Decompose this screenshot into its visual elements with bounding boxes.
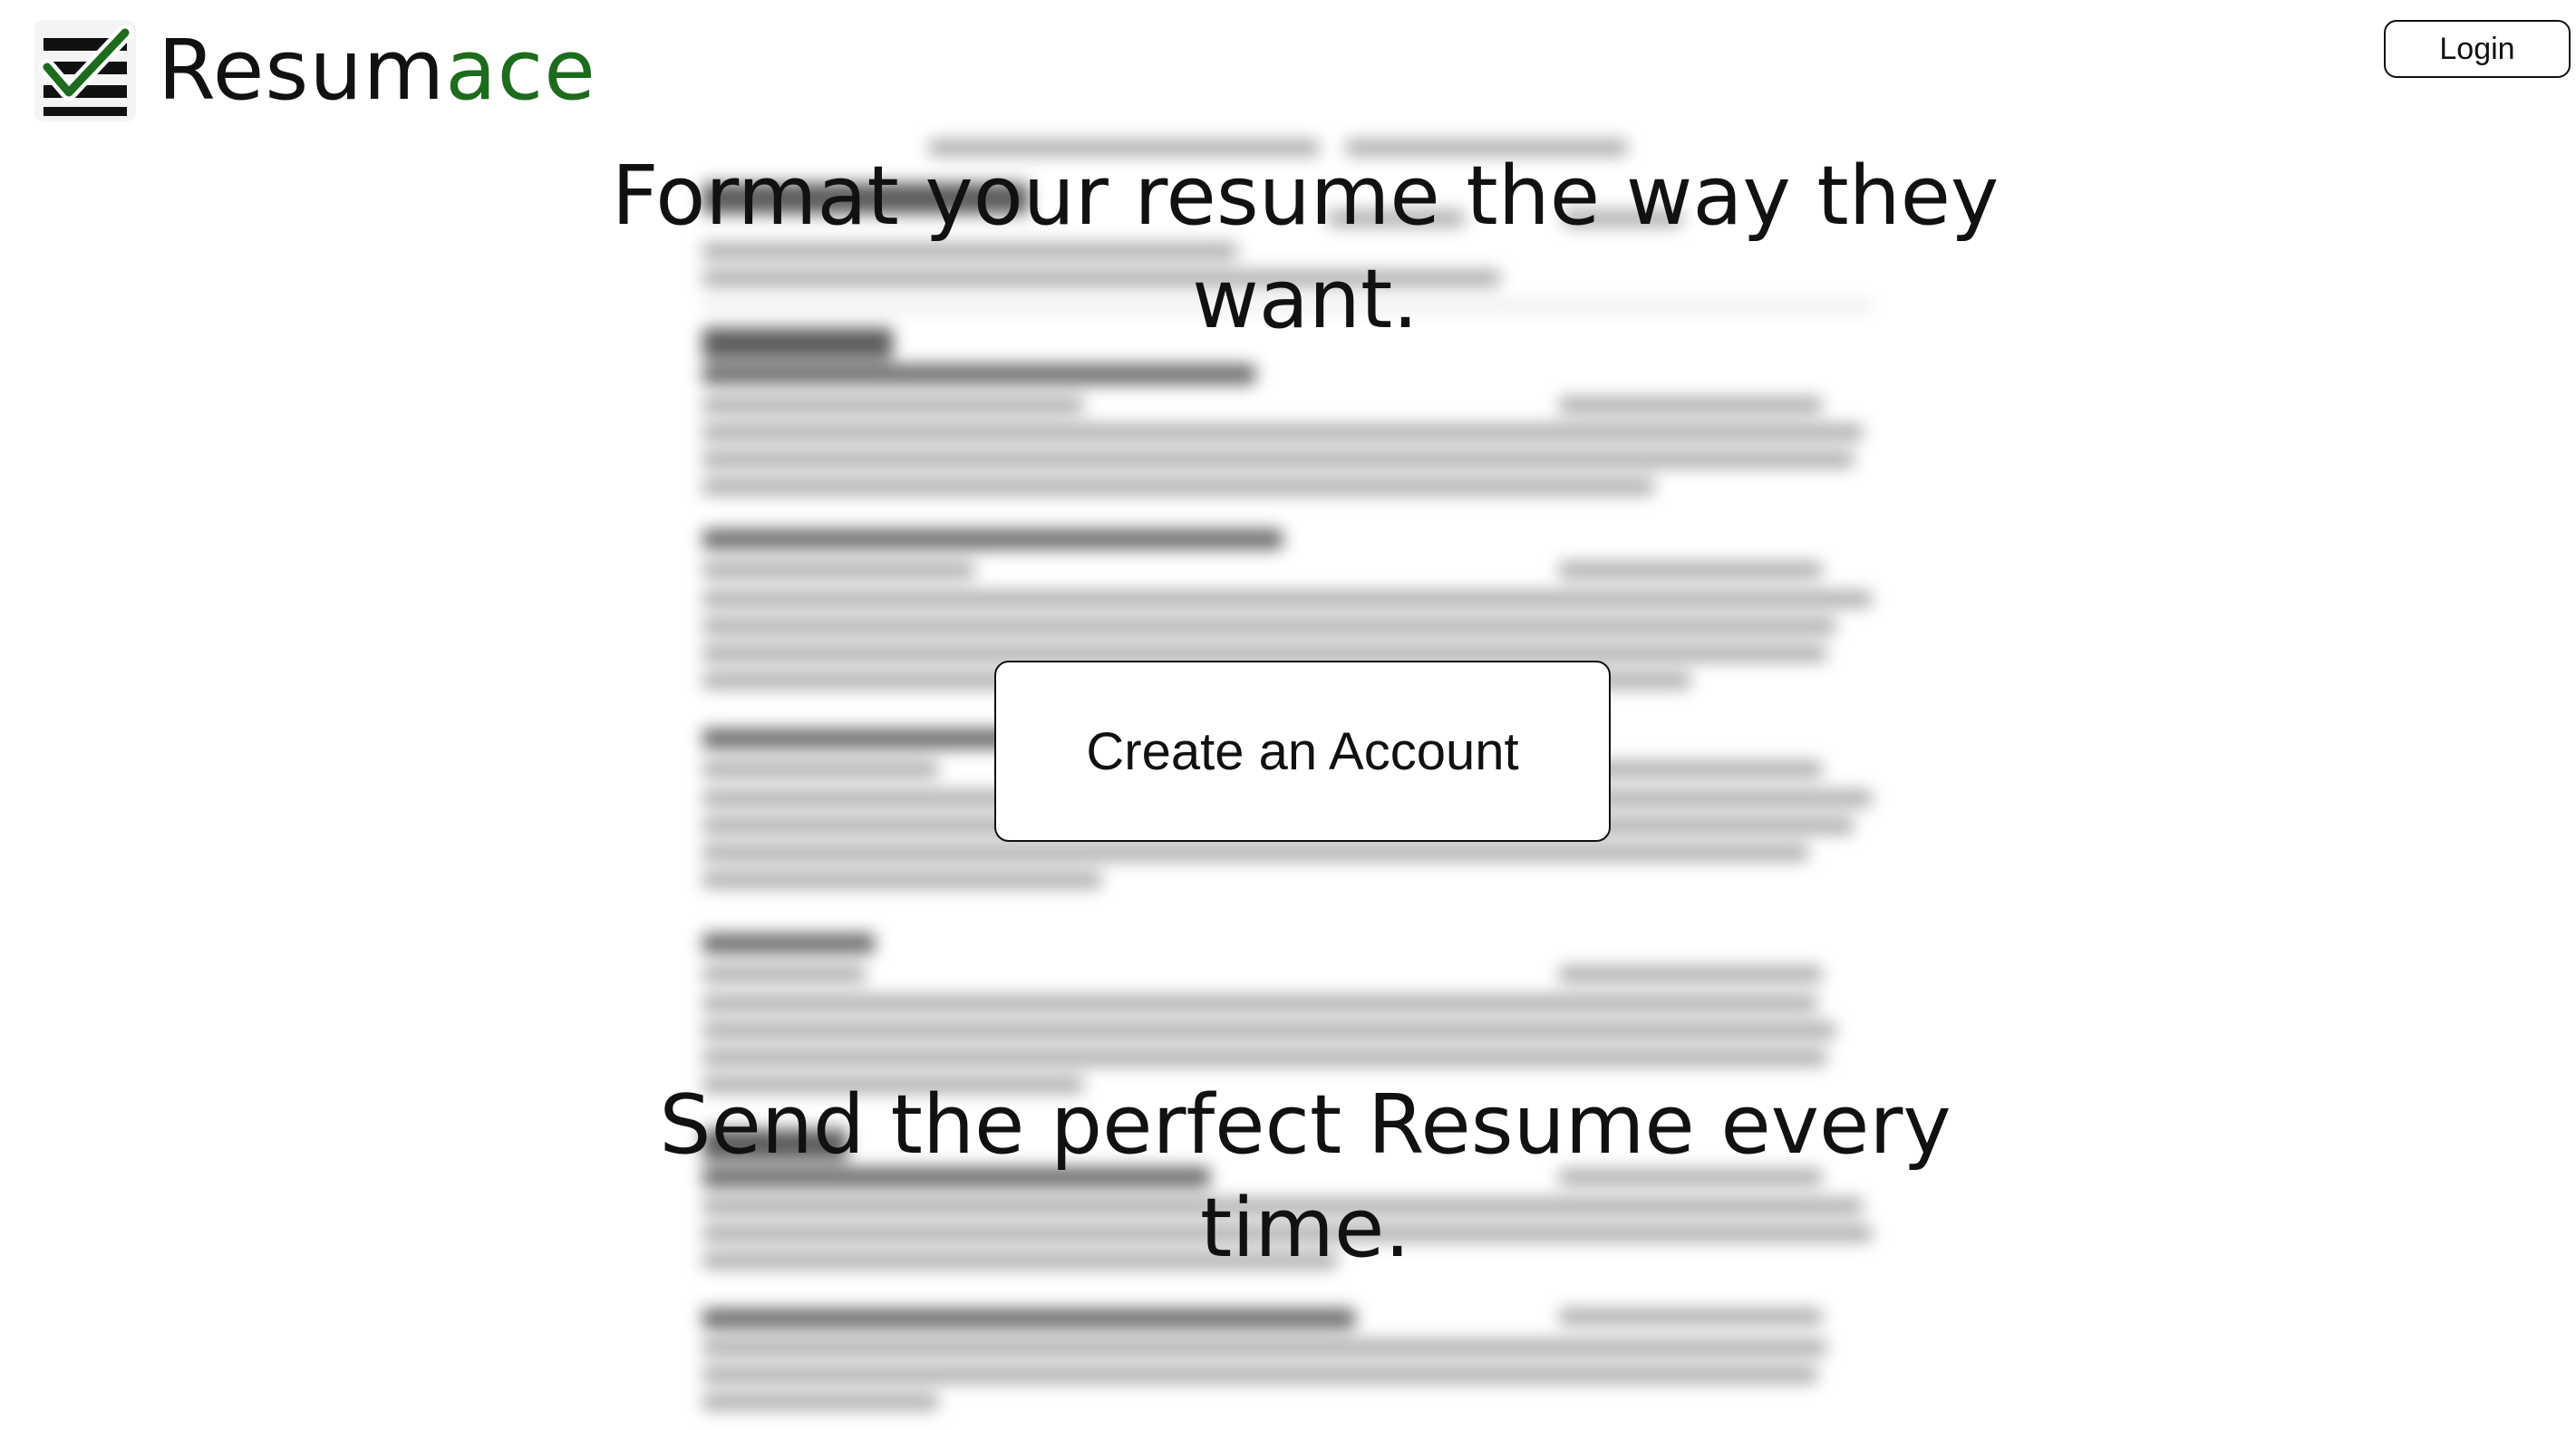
- brand-name: Resumace: [158, 29, 596, 112]
- landing-page: Resumace Login Format your resume the wa…: [0, 0, 2576, 1430]
- brand-name-accent: ace: [445, 22, 596, 119]
- checklist-icon: [34, 20, 136, 121]
- login-button[interactable]: Login: [2384, 20, 2571, 78]
- brand-name-main: Resum: [158, 22, 446, 119]
- brand-logo[interactable]: Resumace: [34, 20, 596, 121]
- hero-headline-top: Format your resume the way they want.: [611, 149, 2000, 347]
- create-account-button[interactable]: Create an Account: [994, 661, 1611, 842]
- hero-headline-bottom: Send the perfect Resume every time.: [659, 1077, 1951, 1276]
